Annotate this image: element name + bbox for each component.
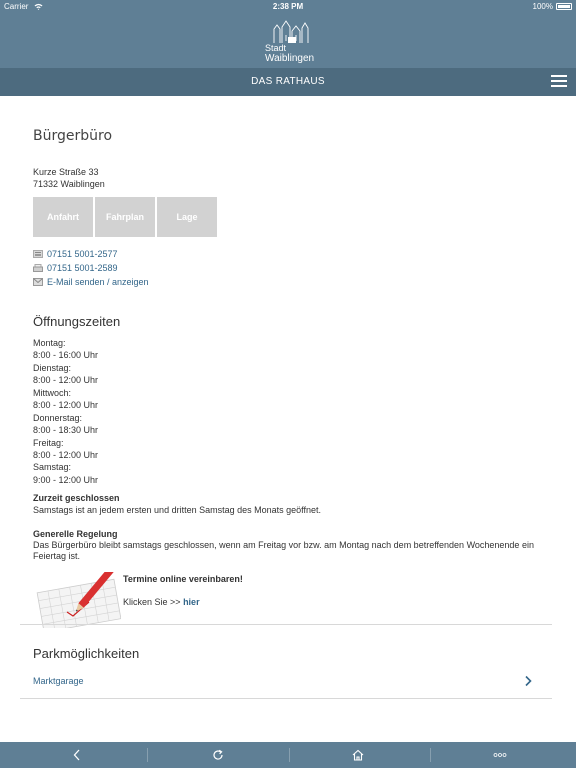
general-rule-text: Das Bürgerbüro bleibt samstags geschloss… <box>33 540 534 561</box>
online-appointments-teaser: Termine online vereinbaren! Klicken Sie … <box>33 572 513 628</box>
clock: 2:38 PM <box>272 2 304 11</box>
fax-row: 07151 5001-2589 <box>33 261 149 275</box>
email-icon <box>33 278 43 286</box>
toolbar-separator <box>430 748 431 762</box>
fax-icon <box>33 264 43 272</box>
city-logo: Stadt Waiblingen <box>265 20 314 64</box>
fax-link[interactable]: 07151 5001-2589 <box>47 263 118 273</box>
location-button[interactable]: Lage <box>157 197 217 237</box>
parking-title: Parkmöglichkeiten <box>33 646 140 661</box>
hours-saturday: Samstag: 9:00 - 12:00 Uhr <box>33 462 99 485</box>
calendar-pencil-image <box>36 572 121 628</box>
closure-notice: Zurzeit geschlossen Samstags ist an jede… <box>33 492 543 516</box>
opening-hours-list: Montag: 8:00 - 16:00 Uhr Dienstag: 8:00 - … <box>33 337 98 486</box>
page-title: Bürgerbüro <box>33 128 113 144</box>
more-icon <box>493 753 507 757</box>
app-header: Stadt Waiblingen <box>0 13 576 68</box>
appointments-click-text: Klicken Sie >> hier <box>123 597 200 607</box>
back-icon <box>73 749 80 761</box>
hours-tuesday: Dienstag: 8:00 - 12:00 Uhr <box>33 362 99 386</box>
contact-list: 07151 5001-2577 07151 5001-2589 E-Mail s… <box>33 247 149 289</box>
more-button[interactable] <box>465 742 535 768</box>
logo-line1: Stadt <box>265 43 287 53</box>
general-rule: Generelle Regelung Das Bürgerbüro bleibt… <box>33 529 543 562</box>
hours-monday: Montag: 8:00 - 16:00 Uhr <box>33 338 99 361</box>
toolbar-separator <box>289 748 290 762</box>
timetable-button[interactable]: Fahrplan <box>95 197 155 237</box>
location-buttons: Anfahrt Fahrplan Lage <box>33 197 217 237</box>
appointments-title: Termine online vereinbaren! <box>123 574 243 584</box>
battery-percent: 100% <box>532 2 553 11</box>
phone-row: 07151 5001-2577 <box>33 247 149 261</box>
home-icon <box>352 749 364 761</box>
divider <box>20 698 552 699</box>
general-rule-title: Generelle Regelung <box>33 529 118 539</box>
battery-status: 100% <box>533 2 572 11</box>
address-block: Kurze Straße 33 71332 Waiblingen <box>33 166 105 190</box>
address-street: Kurze Straße 33 <box>33 167 99 177</box>
appointments-link[interactable]: hier <box>183 597 200 607</box>
section-nav-bar: DAS RATHAUS <box>0 68 576 96</box>
section-title: DAS RATHAUS <box>251 76 325 87</box>
bottom-toolbar <box>0 742 576 768</box>
chevron-right-icon <box>525 675 532 687</box>
email-row: E-Mail senden / anzeigen <box>33 275 149 289</box>
parking-item-marktgarage[interactable]: Marktgarage <box>33 672 543 692</box>
status-bar: Carrier 2:38 PM 100% <box>0 0 576 13</box>
parking-item-label: Marktgarage <box>33 676 84 686</box>
closure-notice-title: Zurzeit geschlossen <box>33 493 120 503</box>
phone-icon <box>33 250 43 258</box>
phone-link[interactable]: 07151 5001-2577 <box>47 249 118 259</box>
toolbar-separator <box>147 748 148 762</box>
back-button[interactable] <box>42 742 112 768</box>
address-city: 71332 Waiblingen <box>33 179 105 189</box>
closure-notice-text: Samstags ist an jedem ersten und dritten… <box>33 505 321 515</box>
hours-wednesday: Mittwoch: 8:00 - 12:00 Uhr <box>33 387 99 411</box>
email-link[interactable]: E-Mail senden / anzeigen <box>47 277 149 287</box>
refresh-button[interactable] <box>183 742 253 768</box>
home-button[interactable] <box>323 742 393 768</box>
battery-icon <box>556 3 572 10</box>
opening-hours-title: Öffnungszeiten <box>33 314 121 329</box>
hours-thursday: Donnerstag: 8:00 - 18:30 Uhr <box>33 412 99 435</box>
directions-button[interactable]: Anfahrt <box>33 197 93 237</box>
divider <box>20 624 552 625</box>
logo-line2: Waiblingen <box>265 53 314 64</box>
hamburger-menu-icon[interactable] <box>551 75 567 89</box>
hours-friday: Freitag: 8:00 - 12:00 Uhr <box>33 437 99 460</box>
refresh-icon <box>213 749 223 760</box>
